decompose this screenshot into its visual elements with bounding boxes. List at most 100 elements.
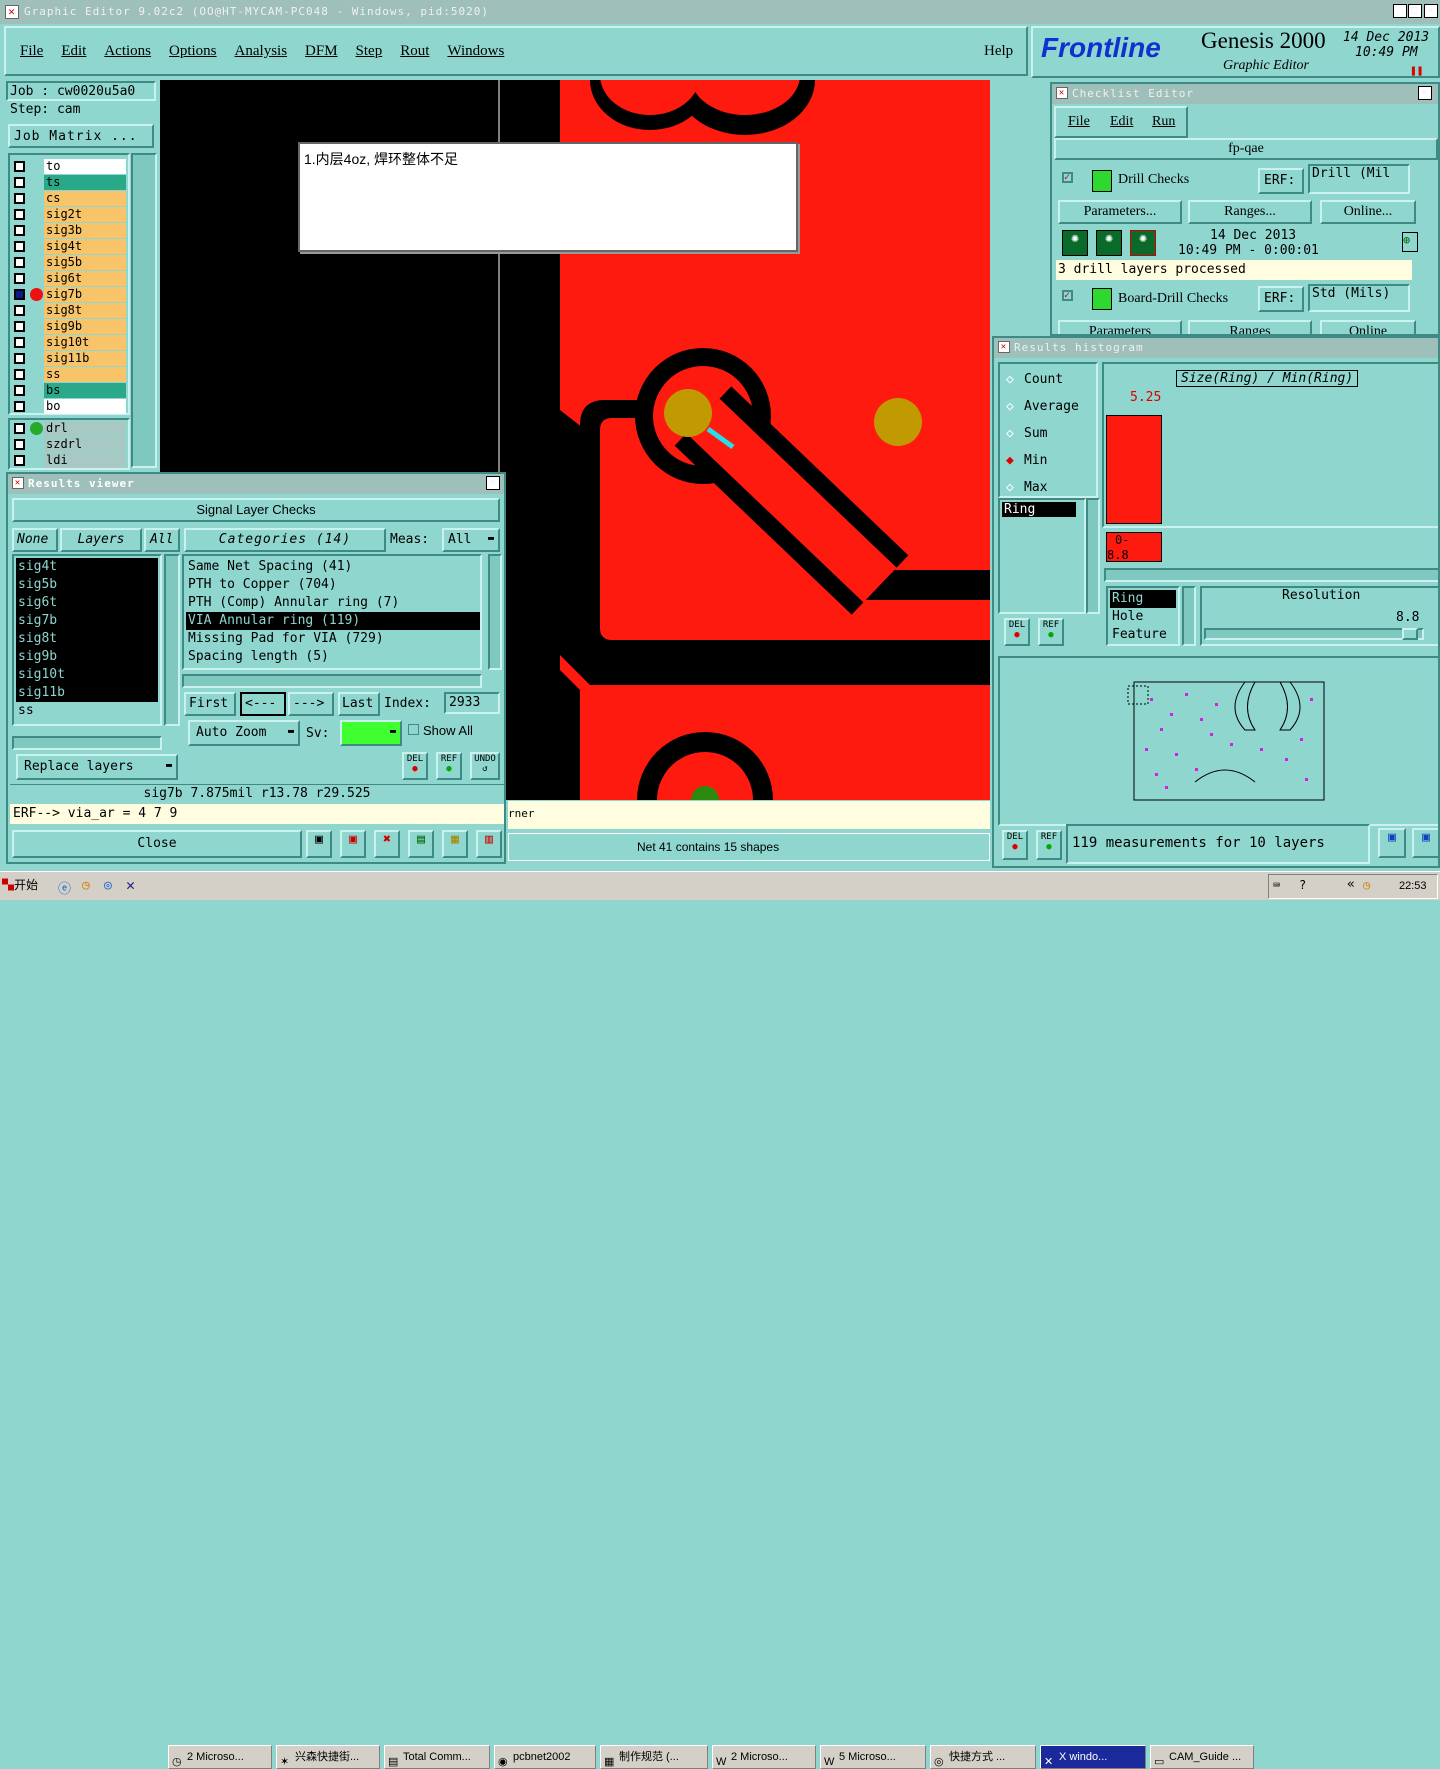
tray-icon[interactable]: ◷: [1363, 878, 1370, 892]
menu-edit[interactable]: Edit: [61, 43, 86, 59]
drill-layer-row[interactable]: drl: [10, 421, 160, 437]
stat-option-min[interactable]: ◆ Min: [1002, 449, 1094, 476]
category-scrollbar[interactable]: [488, 554, 502, 670]
resolution-slider[interactable]: [1204, 628, 1424, 640]
stat-option-average[interactable]: ◇ Average: [1002, 395, 1094, 422]
layer-checkbox[interactable]: [14, 209, 25, 220]
layer-checkbox[interactable]: [14, 423, 25, 434]
taskbar-item[interactable]: W 2 Microso...: [712, 1745, 816, 1769]
layer-checkbox[interactable]: [14, 273, 25, 284]
category-item[interactable]: Spacing length (5): [186, 648, 480, 666]
close-window-button[interactable]: ✕: [1424, 4, 1438, 18]
none-button[interactable]: None: [12, 528, 58, 552]
taskbar-item[interactable]: ▭ CAM_Guide ...: [1150, 1745, 1254, 1769]
tool-icon-3[interactable]: ✖: [374, 830, 400, 858]
histogram-hscroll[interactable]: [1104, 568, 1438, 582]
menu-dfm[interactable]: DFM: [305, 43, 338, 59]
replace-layers-dropdown[interactable]: Replace layers ▬: [16, 754, 178, 780]
keyboard-icon[interactable]: ⌨: [1273, 878, 1280, 892]
hist-tool-icon-2[interactable]: ▣: [1412, 828, 1438, 858]
del-button[interactable]: DEL ●: [402, 752, 428, 780]
ref-button[interactable]: REF ●: [436, 752, 462, 780]
taskbar-item[interactable]: ◷ 2 Microso...: [168, 1745, 272, 1769]
show-all-checkbox[interactable]: [408, 724, 419, 735]
erf-value-field[interactable]: Drill (Mil: [1308, 164, 1410, 194]
checklist-menu-file[interactable]: File: [1068, 114, 1090, 130]
layer-checkbox[interactable]: [14, 439, 25, 450]
layer-checkbox[interactable]: [14, 161, 25, 172]
result-layer-item[interactable]: sig9b: [16, 648, 158, 666]
all-layers-button[interactable]: All: [144, 528, 180, 552]
hist-attr-ring[interactable]: Ring: [1002, 502, 1076, 517]
hist-del-button-2[interactable]: DEL ●: [1002, 830, 1028, 860]
next-button[interactable]: --->: [288, 692, 334, 716]
close-button[interactable]: Close: [12, 830, 302, 858]
layers-button[interactable]: Layers: [60, 528, 142, 552]
drill-layer-row[interactable]: ldi: [10, 453, 160, 469]
layer-checkbox[interactable]: [14, 225, 25, 236]
drill-check-checkbox[interactable]: ✓: [1062, 172, 1073, 183]
result-layer-item[interactable]: sig5b: [16, 576, 158, 594]
tool-icon-2[interactable]: ▣: [340, 830, 366, 858]
parameters-button[interactable]: Parameters...: [1058, 200, 1182, 224]
category-hscroll[interactable]: [182, 674, 482, 688]
erf-button[interactable]: ERF:: [1258, 168, 1304, 194]
layer-checkbox[interactable]: [14, 401, 25, 412]
drill-layer-row[interactable]: szdrl: [10, 437, 160, 453]
menu-actions[interactable]: Actions: [104, 43, 151, 59]
menu-help[interactable]: Help: [984, 43, 1013, 60]
hist-del-button[interactable]: DEL ●: [1004, 618, 1030, 646]
categories-button[interactable]: Categories (14): [184, 528, 386, 552]
taskbar-item[interactable]: ◎ 快捷方式 ...: [930, 1745, 1036, 1769]
layer-checkbox[interactable]: [14, 289, 25, 300]
layer-checkbox[interactable]: [14, 241, 25, 252]
hist-ref-button-2[interactable]: REF ●: [1036, 830, 1062, 860]
layer-scrollbar[interactable]: [164, 554, 180, 726]
run-icon-3[interactable]: ✺: [1130, 230, 1156, 256]
expand-tray-icon[interactable]: «: [1347, 877, 1355, 892]
layer-hscroll[interactable]: [12, 736, 162, 750]
taskbar-item[interactable]: ✕ X windo...: [1040, 1745, 1146, 1769]
stat-option-sum[interactable]: ◇ Sum: [1002, 422, 1094, 449]
x-icon[interactable]: ✕: [126, 876, 135, 894]
sv-color-dropdown[interactable]: ▬: [340, 720, 402, 746]
online-button-2[interactable]: Online: [1320, 320, 1416, 334]
maximize-button[interactable]: □: [1408, 4, 1422, 18]
menu-options[interactable]: Options: [169, 43, 217, 59]
category-item[interactable]: PTH (Comp) Annular ring (7): [186, 594, 480, 612]
result-layer-item[interactable]: sig7b: [16, 612, 158, 630]
histogram-icon[interactable]: ▥: [476, 830, 502, 858]
hist-attr-item[interactable]: Feature: [1110, 626, 1176, 644]
taskbar-item[interactable]: ✶ 兴森快捷街...: [276, 1745, 380, 1769]
start-button[interactable]: ▚开始: [2, 874, 50, 898]
stat-option-count[interactable]: ◇ Count: [1002, 368, 1094, 395]
hist-attr-scrollbar[interactable]: [1086, 498, 1100, 614]
close-icon[interactable]: ✕: [1418, 86, 1432, 100]
ranges-button-2[interactable]: Ranges: [1188, 320, 1312, 334]
board-preview[interactable]: [998, 656, 1438, 826]
category-item[interactable]: PTH to Copper (704): [186, 576, 480, 594]
clock-icon[interactable]: ◷: [82, 878, 90, 893]
prev-button[interactable]: <---: [240, 692, 286, 716]
result-layer-item[interactable]: sig4t: [16, 558, 158, 576]
run-icon-2[interactable]: ✺: [1096, 230, 1122, 256]
close-icon[interactable]: ✕: [486, 476, 500, 490]
add-icon[interactable]: ⊕: [1402, 232, 1418, 252]
board-drill-checkbox[interactable]: ✓: [1062, 290, 1073, 301]
result-layer-item[interactable]: sig6t: [16, 594, 158, 612]
hist-ref-button[interactable]: REF ●: [1038, 618, 1064, 646]
layer-checkbox[interactable]: [14, 353, 25, 364]
tool-icon-5[interactable]: ▦: [442, 830, 468, 858]
app-icon-quick[interactable]: ◎: [104, 878, 112, 893]
taskbar-item[interactable]: ▦ 制作规范 (...: [600, 1745, 708, 1769]
index-input[interactable]: 2933: [444, 692, 500, 714]
layer-checkbox[interactable]: [14, 305, 25, 316]
meas-dropdown[interactable]: All ▬: [442, 528, 500, 552]
first-button[interactable]: First: [184, 692, 236, 716]
histogram-bin[interactable]: 0- 8.8: [1106, 532, 1162, 562]
ie-icon[interactable]: ⓔ: [58, 878, 71, 897]
layer-checkbox[interactable]: [14, 257, 25, 268]
menu-file[interactable]: File: [20, 43, 43, 59]
tool-icon-1[interactable]: ▣: [306, 830, 332, 858]
hist-attr-scrollbar-2[interactable]: [1182, 586, 1196, 646]
